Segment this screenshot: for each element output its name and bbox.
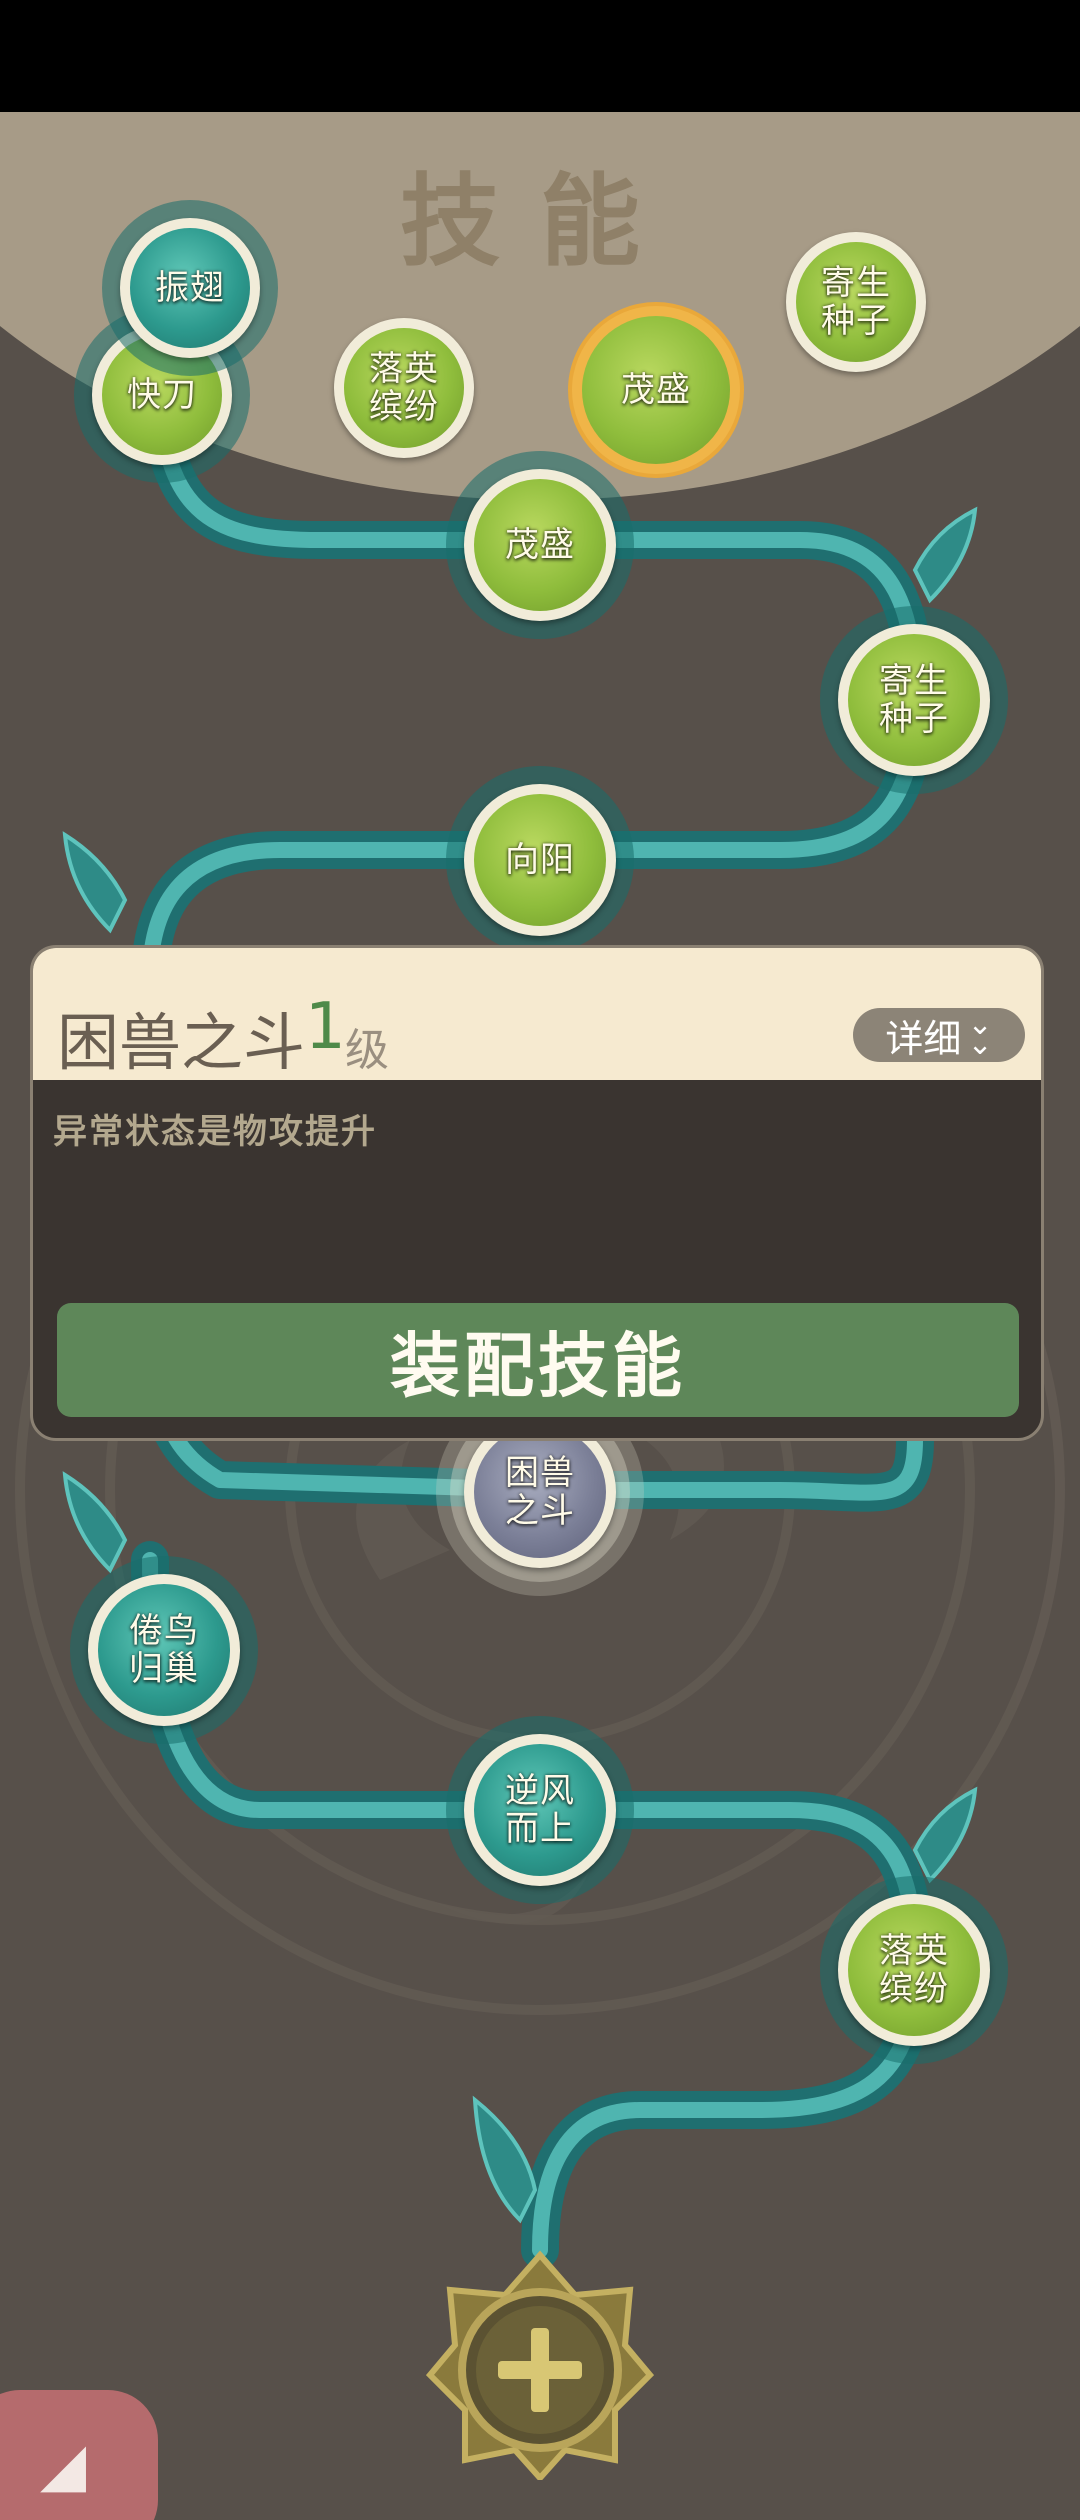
node-label: 逆风而上	[505, 1771, 575, 1849]
path-node-7[interactable]: 落英缤纷	[820, 1876, 1008, 2064]
corner-back-button[interactable]: ◢	[0, 2390, 158, 2520]
node-label: 落英缤纷	[879, 1931, 949, 2009]
equip-skill-button[interactable]: 装配技能	[57, 1303, 1019, 1417]
slot-label: 落英缤纷	[369, 349, 439, 427]
node-label: 寄生种子	[879, 661, 949, 739]
skill-level-unit: 级	[345, 1025, 389, 1076]
skill-description: 异常状态是物攻提升	[53, 1112, 377, 1152]
skill-screen: 技能 振翅 快刀 落英缤纷 茂盛 寄生种子 茂盛 寄生种子 向阳 困兽之斗 倦鸟…	[0, 0, 1080, 2520]
path-node-1[interactable]: 茂盛	[446, 451, 634, 639]
detail-button[interactable]: 详细 ⌄ ⌄	[853, 1008, 1025, 1062]
slot-label: 茂盛	[621, 370, 691, 410]
status-bar	[0, 0, 1080, 112]
slot-label: 快刀	[127, 375, 197, 415]
popup-header: 困兽之斗 1 级 详细 ⌄ ⌄	[33, 948, 1041, 1080]
skill-level-number: 1	[305, 990, 346, 1064]
skill-name: 困兽之斗	[57, 1006, 306, 1079]
chevron-double-down-icon: ⌄ ⌄	[967, 1007, 993, 1062]
path-node-3[interactable]: 向阳	[446, 766, 634, 954]
equipped-slot-3[interactable]: 落英缤纷	[334, 318, 474, 458]
path-node-2[interactable]: 寄生种子	[820, 606, 1008, 794]
equipped-slot-5[interactable]: 寄生种子	[786, 232, 926, 372]
add-skill-button[interactable]	[425, 2250, 655, 2483]
equipped-slot-1[interactable]: 振翅	[102, 200, 278, 376]
node-label: 茂盛	[505, 525, 575, 565]
back-icon: ◢	[40, 2430, 87, 2500]
skill-detail-popup: 困兽之斗 1 级 详细 ⌄ ⌄ 异常状态是物攻提升 装配技能	[30, 945, 1044, 1441]
detail-label: 详细	[885, 1016, 962, 1061]
node-label: 倦鸟归巢	[129, 1611, 199, 1689]
plus-icon	[425, 2250, 655, 2483]
path-node-6[interactable]: 逆风而上	[446, 1716, 634, 1904]
path-node-5[interactable]: 倦鸟归巢	[70, 1556, 258, 1744]
slot-label: 振翅	[155, 268, 225, 308]
node-label: 困兽之斗	[505, 1453, 575, 1531]
node-label: 向阳	[505, 840, 575, 880]
equipped-slot-4-selected[interactable]: 茂盛	[572, 306, 740, 474]
slot-label: 寄生种子	[821, 263, 891, 341]
